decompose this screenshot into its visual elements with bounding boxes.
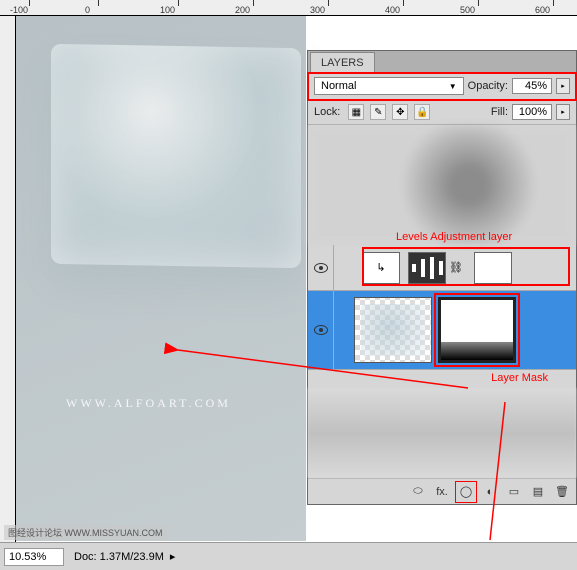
document-canvas[interactable]: WWW.ALFOART.COM [16, 16, 306, 541]
link-layers-icon[interactable]: ⬭ [410, 484, 426, 500]
layer-row-blurred[interactable] [308, 125, 576, 245]
status-bar: 10.53% Doc: 1.37M/23.9M ▸ [0, 542, 577, 570]
blend-mode-select[interactable]: Normal ▼ [314, 77, 464, 95]
document-size: Doc: 1.37M/23.9M [74, 551, 164, 563]
annotation-levels-label: Levels Adjustment layer [396, 231, 512, 243]
opacity-input[interactable]: 45% [512, 78, 552, 94]
layer-row-blurred[interactable] [308, 388, 576, 478]
ruler-tick: 200 [235, 5, 250, 15]
fill-input[interactable]: 100% [512, 104, 552, 120]
delete-layer-icon[interactable]: 🗑 [554, 484, 570, 500]
ruler-horizontal: -100 0 100 200 300 400 500 600 [0, 0, 577, 16]
layer-thumbnail[interactable] [354, 297, 432, 363]
layers-panel-footer: ⬭ fx. ◯ ◐ ▭ ▤ 🗑 [308, 478, 576, 504]
layers-panel: LAYERS Normal ▼ Opacity: 45% ▸ Lock: ▦ ✎… [307, 50, 577, 505]
lock-fill-row: Lock: ▦ ✎ ✥ 🔒 Fill: 100% ▸ [308, 100, 576, 125]
watermark-text: WWW.ALFOART.COM [66, 396, 231, 411]
lock-transparent-icon[interactable]: ▦ [348, 104, 364, 120]
lock-pixels-icon[interactable]: ✎ [370, 104, 386, 120]
new-layer-icon[interactable]: ▤ [530, 484, 546, 500]
ruler-tick: 300 [310, 5, 325, 15]
visibility-toggle[interactable] [308, 291, 334, 369]
ice-cube-artwork [51, 44, 301, 268]
blend-mode-value: Normal [321, 80, 356, 92]
layers-list: ↳ ⛓ Levels Adjustment layer Layer Mask [308, 125, 576, 478]
opacity-stepper[interactable]: ▸ [556, 78, 570, 94]
dropdown-arrow-icon: ▼ [449, 82, 457, 91]
add-mask-icon[interactable]: ◯ [458, 484, 474, 500]
fill-stepper[interactable]: ▸ [556, 104, 570, 120]
lock-position-icon[interactable]: ✥ [392, 104, 408, 120]
layer-mask-thumbnail-selected[interactable] [438, 297, 516, 363]
ruler-tick: -100 [10, 5, 28, 15]
ruler-tick: 100 [160, 5, 175, 15]
fill-label: Fill: [491, 106, 508, 118]
new-group-icon[interactable]: ▭ [506, 484, 522, 500]
layer-fx-icon[interactable]: fx. [434, 484, 450, 500]
lock-label: Lock: [314, 106, 340, 118]
layer-row-levels-adjustment[interactable]: ↳ ⛓ Levels Adjustment layer [308, 245, 576, 291]
ruler-tick: 500 [460, 5, 475, 15]
ruler-vertical [0, 16, 16, 570]
ruler-tick: 0 [85, 5, 90, 15]
annotation-highlight-box [362, 247, 570, 286]
ruler-tick: 600 [535, 5, 550, 15]
visibility-toggle[interactable] [308, 245, 334, 290]
layer-row-selected[interactable] [308, 291, 576, 370]
tab-layers[interactable]: LAYERS [310, 52, 375, 73]
eye-icon [314, 325, 328, 335]
ruler-tick: 400 [385, 5, 400, 15]
source-watermark: 图经设计论坛 WWW.MISSYUAN.COM [4, 525, 167, 540]
opacity-label: Opacity: [468, 80, 508, 92]
panel-tab-strip: LAYERS [308, 51, 576, 73]
adjustment-layer-icon[interactable]: ◐ [482, 484, 498, 500]
status-flyout-icon[interactable]: ▸ [170, 550, 176, 563]
blend-opacity-row: Normal ▼ Opacity: 45% ▸ [308, 73, 576, 100]
annotation-mask-label: Layer Mask [308, 370, 576, 388]
lock-all-icon[interactable]: 🔒 [414, 104, 430, 120]
zoom-field[interactable]: 10.53% [4, 548, 64, 566]
eye-icon [314, 263, 328, 273]
